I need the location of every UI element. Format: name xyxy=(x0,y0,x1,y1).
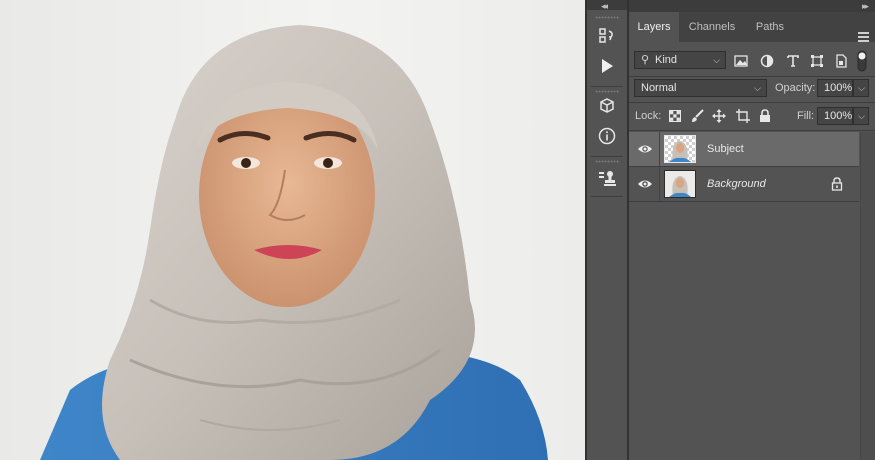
lock-brush-icon[interactable] xyxy=(689,108,705,124)
info-icon[interactable] xyxy=(595,124,619,148)
fill-value: 100% xyxy=(824,110,853,122)
eye-visibility-icon[interactable] xyxy=(637,141,653,157)
layer-divider xyxy=(659,132,660,166)
strip-divider xyxy=(591,156,623,157)
layer-row-background[interactable]: Background xyxy=(629,167,859,201)
shape-filter-icon[interactable] xyxy=(809,53,825,69)
layer-divider xyxy=(629,201,859,202)
filter-kind-select[interactable]: ⚲ Kind ⌵ xyxy=(634,51,726,69)
chevron-down-icon: ⌵ xyxy=(858,111,865,121)
lock-transparent-icon[interactable] xyxy=(667,108,683,124)
strip-grip[interactable] xyxy=(595,16,619,19)
opacity-value: 100% xyxy=(824,82,853,94)
layers-scrollbar[interactable] xyxy=(860,132,875,460)
blend-mode-value: Normal xyxy=(641,82,677,94)
filter-toggle-icon[interactable] xyxy=(855,50,869,72)
fill-dropdown-button[interactable]: ⌵ xyxy=(853,107,869,125)
lock-row: Lock: Fill: 100% ⌵ xyxy=(629,106,875,126)
strip-grip[interactable] xyxy=(595,160,619,163)
chevron-down-icon: ⌵ xyxy=(754,83,761,93)
3d-cube-icon[interactable] xyxy=(595,94,619,118)
chevron-down-icon: ⌵ xyxy=(713,55,720,65)
filter-kind-value: Kind xyxy=(655,54,678,66)
panel-dock-strip: ◂◂ xyxy=(587,0,627,460)
clone-stamp-icon[interactable] xyxy=(595,166,619,190)
strip-divider xyxy=(591,86,623,87)
layer-divider xyxy=(659,167,660,201)
pixel-filter-icon[interactable] xyxy=(733,53,749,69)
panel-divider xyxy=(629,76,875,77)
history-icon[interactable] xyxy=(595,24,619,48)
fill-input[interactable]: 100% xyxy=(817,107,853,125)
filter-row: ⚲ Kind ⌵ xyxy=(629,50,875,72)
eye-visibility-icon[interactable] xyxy=(637,176,653,192)
opacity-input[interactable]: 100% xyxy=(817,79,853,97)
smart-object-filter-icon[interactable] xyxy=(833,53,849,69)
panel-tab-bar: Layers Channels Paths xyxy=(629,12,875,42)
layers-panel: ▸▸ Layers Channels Paths ⚲ Kind ⌵ Normal… xyxy=(629,0,875,460)
lock-label: Lock: xyxy=(635,110,662,122)
collapse-arrows-icon[interactable]: ◂◂ xyxy=(601,0,608,12)
adjustment-filter-icon[interactable] xyxy=(759,53,775,69)
layer-row-subject[interactable]: Subject xyxy=(629,132,859,166)
collapse-strip-bar[interactable]: ◂◂ xyxy=(587,0,627,12)
document-canvas[interactable] xyxy=(0,0,585,460)
search-icon: ⚲ xyxy=(641,54,650,66)
tab-layers[interactable]: Layers xyxy=(629,12,679,42)
strip-divider xyxy=(591,196,623,197)
fill-label: Fill: xyxy=(797,110,815,122)
lock-move-icon[interactable] xyxy=(711,108,727,124)
expand-arrows-icon[interactable]: ▸▸ xyxy=(862,0,869,12)
chevron-down-icon: ⌵ xyxy=(858,83,865,93)
opacity-label: Opacity: xyxy=(775,82,816,94)
blend-mode-select[interactable]: Normal ⌵ xyxy=(634,79,767,97)
layer-name[interactable]: Subject xyxy=(707,132,744,166)
play-actions-icon[interactable] xyxy=(595,54,619,78)
opacity-dropdown-button[interactable]: ⌵ xyxy=(853,79,869,97)
lock-artboard-icon[interactable] xyxy=(735,108,751,124)
blend-row: Normal ⌵ Opacity: 100% ⌵ xyxy=(629,78,875,98)
panel-divider xyxy=(629,130,875,131)
type-filter-icon[interactable] xyxy=(785,53,801,69)
lock-all-icon[interactable] xyxy=(757,108,773,124)
tab-channels[interactable]: Channels xyxy=(679,12,745,42)
strip-grip[interactable] xyxy=(595,90,619,93)
layer-thumbnail[interactable] xyxy=(664,170,696,198)
panel-top-bar[interactable]: ▸▸ xyxy=(629,0,875,12)
layer-thumbnail[interactable] xyxy=(664,135,696,163)
tab-paths[interactable]: Paths xyxy=(745,12,795,42)
layer-name[interactable]: Background xyxy=(707,167,766,201)
panel-divider xyxy=(629,102,875,103)
panel-menu-icon[interactable] xyxy=(858,32,869,42)
layer-lock-icon[interactable] xyxy=(831,177,843,191)
portrait-photo xyxy=(40,25,548,460)
